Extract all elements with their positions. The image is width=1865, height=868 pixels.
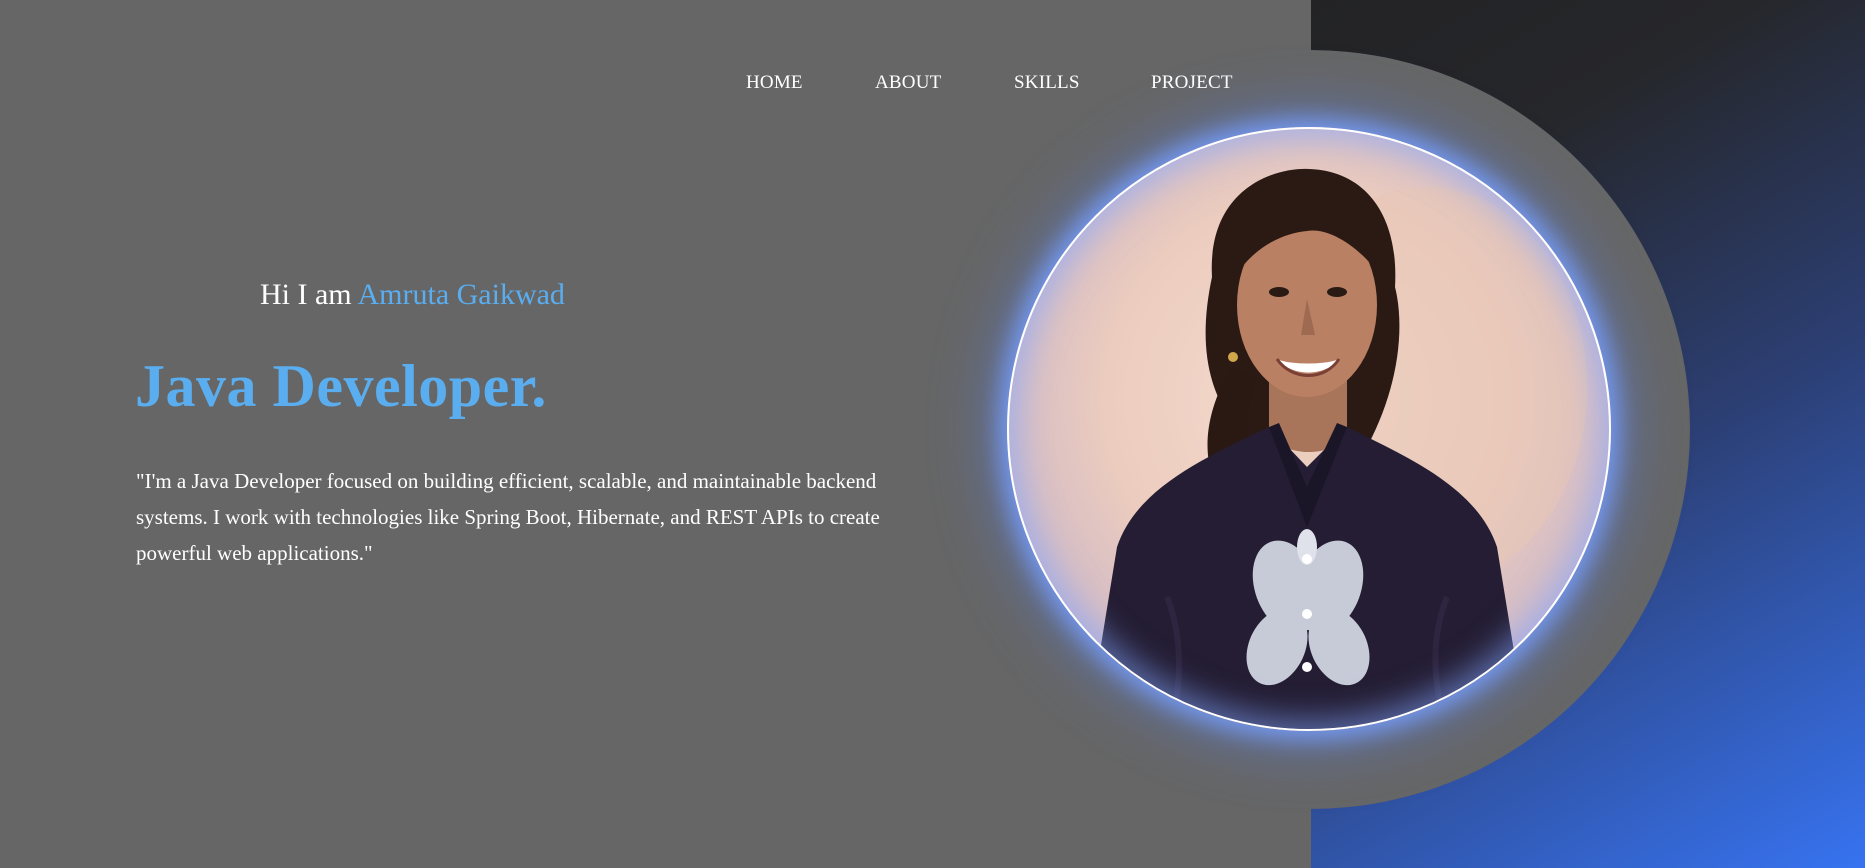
main-nav: HOME ABOUT SKILLS PROJECT [0, 70, 1865, 100]
developer-name: Amruta Gaikwad [357, 278, 565, 311]
greeting: Hi I am Amruta Gaikwad [260, 278, 565, 312]
portfolio-page: HOME ABOUT SKILLS PROJECT Hi I am Amruta… [0, 0, 1865, 868]
role-title: Java Developer. [135, 353, 547, 419]
bio-text: "I'm a Java Developer focused on buildin… [136, 469, 880, 565]
nav-item-home[interactable]: HOME [746, 72, 803, 94]
profile-photo-illustration [1087, 168, 1587, 731]
nav-item-project[interactable]: PROJECT [1151, 72, 1233, 94]
nav-item-about[interactable]: ABOUT [875, 72, 941, 94]
profile-photo [1007, 127, 1611, 731]
nav-item-skills[interactable]: SKILLS [1014, 72, 1080, 94]
greeting-prefix: Hi I am [260, 278, 352, 311]
